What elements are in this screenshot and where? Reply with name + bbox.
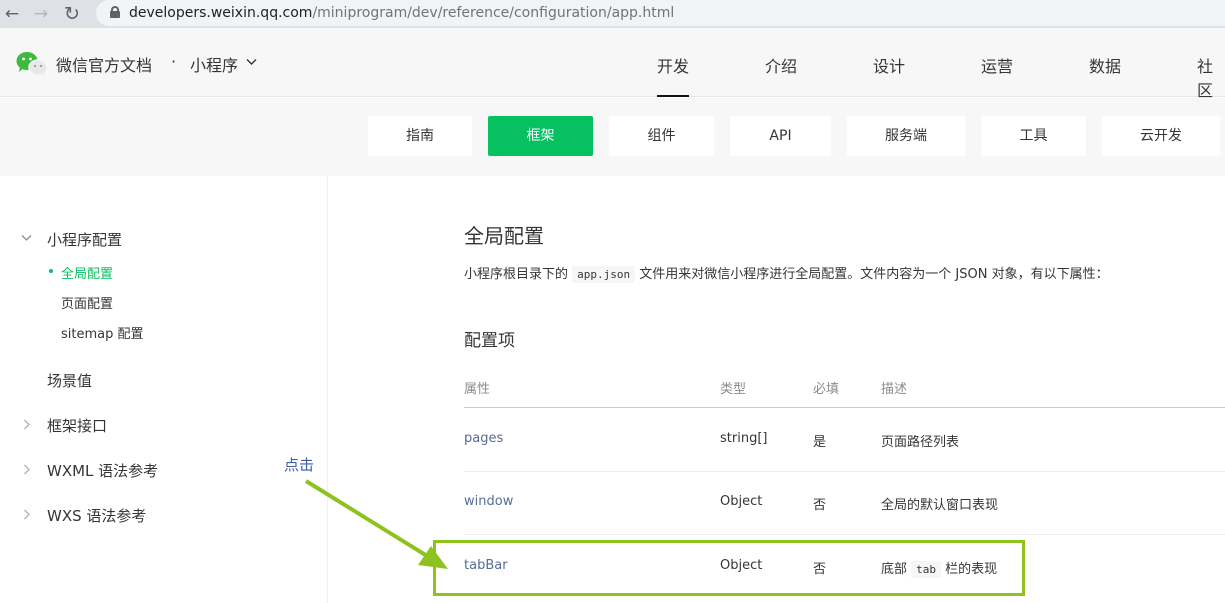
back-icon[interactable]: ← bbox=[0, 2, 24, 26]
intro-before: 小程序根目录下的 bbox=[464, 267, 569, 282]
sidebar-section-miniprogram-config[interactable]: 小程序配置 bbox=[47, 229, 122, 250]
address-bar[interactable]: developers.weixin.qq.com/miniprogram/dev… bbox=[96, 0, 1225, 26]
table-cell-required: 是 bbox=[813, 435, 827, 450]
tab-components[interactable]: 组件 bbox=[609, 116, 714, 156]
sidebar-item-wxml[interactable]: WXML 语法参考 bbox=[47, 460, 158, 481]
site-name[interactable]: 微信官方文档 bbox=[56, 52, 152, 76]
url-path: /miniprogram/dev/reference/configuration… bbox=[312, 5, 675, 21]
table-header-type: 类型 bbox=[720, 382, 747, 397]
table-cell-prop-tabbar[interactable]: tabBar bbox=[464, 558, 508, 573]
main-content: 全局配置 小程序根目录下的 app.json 文件用来对微信小程序进行全局配置。… bbox=[327, 176, 1225, 603]
chevron-right-icon[interactable] bbox=[23, 419, 31, 430]
table-cell-desc: 页面路径列表 bbox=[881, 435, 960, 450]
product-switcher-label[interactable]: 小程序 bbox=[190, 52, 238, 76]
tab-guide[interactable]: 指南 bbox=[368, 116, 472, 156]
chevron-down-icon[interactable] bbox=[246, 58, 257, 66]
header-separator: · bbox=[171, 52, 177, 71]
table-cell-type: Object bbox=[720, 494, 763, 509]
wechat-logo-icon[interactable] bbox=[16, 51, 48, 77]
sidebar-item-global-config[interactable]: 全局配置 bbox=[61, 263, 113, 282]
reload-icon[interactable]: ↻ bbox=[60, 2, 84, 26]
intro-after: 文件用来对微信小程序进行全局配置。文件内容为一个 JSON 对象，有以下属性： bbox=[639, 267, 1109, 282]
table-cell-type: string[] bbox=[720, 431, 768, 446]
desc-before: 底部 bbox=[881, 562, 908, 577]
url-host: developers.weixin.qq.com bbox=[129, 5, 313, 21]
forward-icon[interactable]: → bbox=[29, 2, 53, 26]
table-cell-prop-window[interactable]: window bbox=[464, 494, 513, 509]
table-row-divider bbox=[464, 471, 1225, 472]
table-header-divider bbox=[464, 407, 1225, 408]
sidebar-item-sitemap-config[interactable]: sitemap 配置 bbox=[61, 323, 144, 342]
table-cell-desc: 底部 tab 栏的表现 bbox=[881, 558, 998, 578]
table-cell-required: 否 bbox=[813, 562, 827, 577]
sidebar: 小程序配置 全局配置 页面配置 sitemap 配置 场景值 框架接口 WXML… bbox=[0, 176, 327, 603]
annotation-click-label: 点击 bbox=[284, 456, 315, 474]
sidebar-item-scenes[interactable]: 场景值 bbox=[47, 370, 92, 391]
inline-code-app-json: app.json bbox=[572, 266, 636, 283]
tab-api[interactable]: API bbox=[730, 116, 831, 156]
chevron-down-icon[interactable] bbox=[21, 234, 32, 242]
tab-cloud[interactable]: 云开发 bbox=[1102, 116, 1220, 156]
sub-nav: 指南 框架 组件 API 服务端 工具 云开发 bbox=[0, 98, 1225, 176]
inline-code-tab: tab bbox=[911, 561, 942, 578]
top-nav-community[interactable]: 社区 bbox=[1197, 53, 1225, 101]
table-header-property: 属性 bbox=[464, 382, 491, 397]
chevron-right-icon[interactable] bbox=[23, 509, 31, 520]
tab-tools[interactable]: 工具 bbox=[981, 116, 1086, 156]
sidebar-item-wxs[interactable]: WXS 语法参考 bbox=[47, 505, 146, 526]
site-header: 微信官方文档 · 小程序 开发 介绍 设计 运营 数据 社区 bbox=[0, 28, 1225, 100]
lock-icon bbox=[110, 6, 120, 18]
table-row-divider bbox=[464, 534, 1225, 535]
section-title: 配置项 bbox=[464, 331, 515, 351]
tab-server[interactable]: 服务端 bbox=[847, 116, 965, 156]
intro-text: 小程序根目录下的 app.json 文件用来对微信小程序进行全局配置。文件内容为… bbox=[464, 264, 1109, 286]
top-nav-intro[interactable]: 介绍 bbox=[765, 53, 797, 77]
table-cell-prop-pages[interactable]: pages bbox=[464, 431, 503, 446]
page-title: 全局配置 bbox=[464, 224, 544, 248]
top-nav-operations[interactable]: 运营 bbox=[981, 53, 1013, 77]
tab-framework[interactable]: 框架 bbox=[488, 116, 593, 156]
top-nav-develop[interactable]: 开发 bbox=[657, 53, 690, 97]
table-cell-type: Object bbox=[720, 558, 763, 573]
table-cell-required: 否 bbox=[813, 498, 827, 513]
table-header-required: 必填 bbox=[813, 382, 840, 397]
browser-toolbar: ← → ↻ developers.weixin.qq.com/miniprogr… bbox=[0, 0, 1225, 28]
table-cell-desc: 全局的默认窗口表现 bbox=[881, 498, 999, 513]
top-nav-data[interactable]: 数据 bbox=[1089, 53, 1121, 77]
chevron-right-icon[interactable] bbox=[23, 464, 31, 475]
url-text: developers.weixin.qq.com/miniprogram/dev… bbox=[129, 4, 674, 22]
table-header-description: 描述 bbox=[881, 382, 908, 397]
active-bullet bbox=[49, 269, 53, 273]
top-nav-design[interactable]: 设计 bbox=[873, 53, 905, 77]
desc-after: 栏的表现 bbox=[945, 562, 998, 577]
sidebar-item-framework-api[interactable]: 框架接口 bbox=[47, 415, 107, 436]
sidebar-item-page-config[interactable]: 页面配置 bbox=[61, 293, 113, 312]
